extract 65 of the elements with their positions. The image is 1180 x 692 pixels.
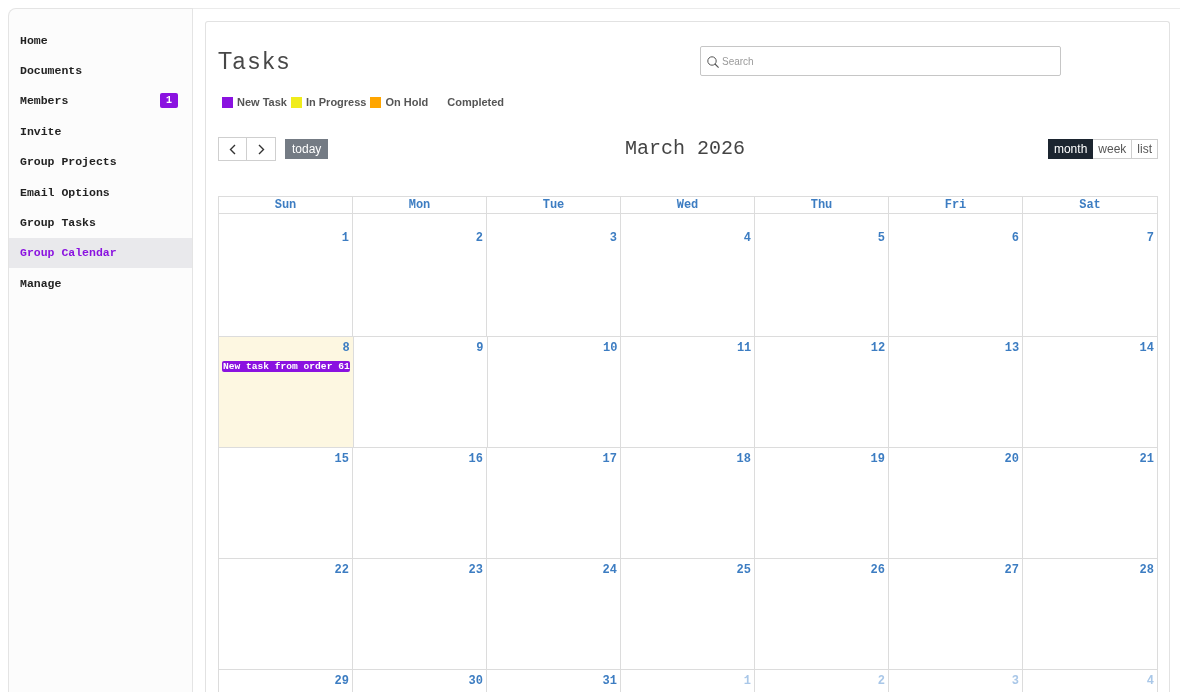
view-tab[interactable]: list [1132, 139, 1158, 159]
legend-label: New Task [237, 95, 287, 109]
chevron-right-icon [257, 143, 265, 155]
day-number[interactable]: 12 [870, 341, 886, 355]
day-number[interactable]: 1 [341, 231, 349, 245]
day-number[interactable]: 30 [468, 674, 483, 688]
day-number[interactable]: 6 [1011, 231, 1019, 245]
day-number[interactable]: 3 [609, 231, 617, 245]
sidebar-item[interactable]: Documents [9, 55, 192, 86]
calendar-event[interactable]: New task from order 61 [222, 361, 350, 372]
day-number[interactable]: 5 [877, 231, 885, 245]
sidebar-item[interactable]: Group Calendar [9, 237, 192, 269]
sidebar-item[interactable]: Group Projects [9, 146, 192, 177]
previous-button[interactable] [218, 137, 247, 161]
chevron-left-icon [229, 143, 236, 155]
day-number[interactable]: 2 [475, 231, 483, 245]
search-field[interactable]: Search [700, 46, 1061, 76]
day-number[interactable]: 25 [736, 563, 751, 577]
day-number[interactable]: 31 [602, 674, 617, 688]
sidebar-item[interactable]: Members 1 [9, 85, 192, 117]
day-number[interactable]: 7 [1146, 231, 1154, 245]
view-tab[interactable]: month [1047, 139, 1094, 159]
day-number[interactable]: 11 [736, 341, 752, 355]
day-number[interactable]: 19 [870, 452, 885, 466]
day-number[interactable]: 4 [743, 231, 751, 245]
day-number[interactable]: 28 [1139, 563, 1154, 577]
day-number[interactable]: 14 [1139, 341, 1154, 355]
day-number[interactable]: 9 [476, 341, 484, 355]
page-title: Tasks [218, 47, 293, 76]
weekday-header: Wed [621, 197, 755, 214]
day-number[interactable]: 10 [603, 341, 618, 355]
day-number[interactable]: 17 [602, 452, 617, 466]
sidebar-item[interactable]: Home [9, 25, 192, 56]
search-icon [707, 56, 719, 68]
sidebar-item[interactable]: Manage [9, 268, 192, 299]
today-button[interactable]: today [285, 139, 329, 159]
next-button[interactable] [247, 137, 276, 161]
weekday-header: Fri [889, 197, 1023, 214]
weekday-header: Sun [219, 197, 353, 214]
day-number[interactable]: 23 [468, 563, 483, 577]
day-number[interactable]: 21 [1139, 452, 1154, 466]
day-number[interactable]: 8 [342, 341, 350, 355]
day-number[interactable]: 16 [468, 452, 483, 466]
day-number[interactable]: 26 [870, 563, 885, 577]
legend-label: Completed [447, 95, 505, 109]
weekday-header: Mon [353, 197, 487, 214]
sidebar-item[interactable]: Email Options [9, 176, 192, 208]
day-number[interactable]: 29 [334, 674, 349, 688]
day-number[interactable]: 15 [334, 452, 349, 466]
day-number[interactable]: 22 [334, 563, 349, 577]
day-number[interactable]: 18 [736, 452, 751, 466]
day-number[interactable]: 13 [1004, 341, 1020, 355]
count-badge: 1 [160, 93, 178, 109]
view-tab[interactable]: week [1093, 139, 1133, 159]
legend-label: In Progress [305, 95, 367, 109]
legend-label: On Hold [385, 95, 429, 109]
calendar-title: March 2026 [624, 137, 746, 161]
day-number[interactable]: 20 [1004, 452, 1019, 466]
day-number[interactable]: 27 [1004, 563, 1019, 577]
sidebar-item[interactable]: Invite [9, 116, 192, 147]
weekday-header: Sat [1023, 197, 1157, 214]
sidebar-item[interactable]: Group Tasks [9, 207, 192, 238]
weekday-header: Tue [487, 197, 621, 214]
weekday-header: Thu [755, 197, 889, 214]
day-number[interactable]: 24 [602, 563, 617, 577]
